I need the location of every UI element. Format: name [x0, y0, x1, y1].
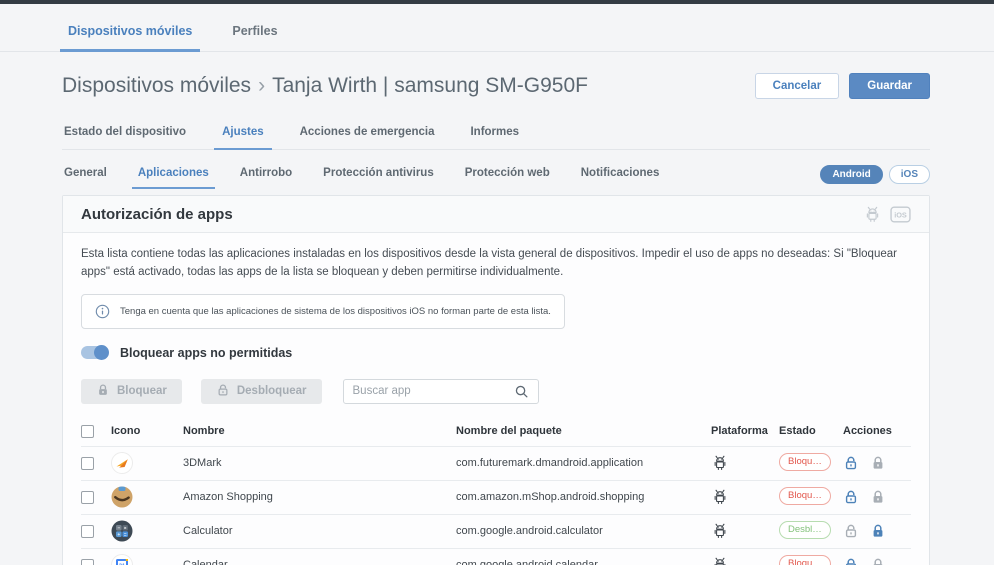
block-button-label: Bloquear [117, 385, 167, 397]
settings-tabs: General Aplicaciones Antirrobo Protecció… [62, 159, 930, 189]
panel-description: Esta lista contiene todas las aplicacion… [63, 233, 929, 282]
android-platform-icon [711, 488, 779, 506]
status-badge: Bloqueado [779, 453, 831, 471]
main-nav: Dispositivos móviles Perfiles [0, 4, 994, 52]
android-platform-icon [711, 454, 779, 472]
info-note-text: Tenga en cuenta que las aplicaciones de … [120, 306, 551, 317]
breadcrumb-separator: › [258, 74, 265, 97]
lock-icon[interactable] [870, 489, 886, 505]
table-row: Amazon Shopping com.amazon.mShop.android… [81, 481, 911, 515]
breadcrumb-root[interactable]: Dispositivos móviles [62, 74, 251, 97]
breadcrumb-current: Tanja Wirth | samsung SM-G950F [272, 74, 588, 97]
app-name: 3DMark [183, 457, 456, 469]
unlock-icon[interactable] [843, 489, 859, 505]
panel-title: Autorización de apps [81, 206, 233, 223]
col-icono: Icono [111, 425, 183, 437]
app-package: com.amazon.mShop.android.shopping [456, 491, 711, 503]
panel-header: Autorización de apps [63, 196, 929, 233]
tab-antirrobo[interactable]: Antirrobo [238, 159, 294, 189]
unlock-icon [216, 383, 230, 400]
amazon-shopping-app-icon [111, 486, 133, 508]
svg-text:=: = [124, 532, 127, 537]
row-checkbox[interactable] [81, 559, 94, 565]
search-input[interactable] [353, 385, 514, 397]
app-package: com.futuremark.dmandroid.application [456, 457, 711, 469]
app-package: com.google.android.calendar [456, 559, 711, 565]
app-authorization-panel: Autorización de apps Esta lista contiene… [62, 195, 930, 565]
lock-icon[interactable] [870, 557, 886, 565]
apps-table: Icono Nombre Nombre del paquete Platafor… [81, 417, 911, 565]
app-name: Calendar [183, 559, 456, 565]
block-apps-toggle[interactable] [81, 346, 108, 359]
page-header: Dispositivos móviles › Tanja Wirth | samsu… [62, 52, 930, 111]
info-note-box: Tenga en cuenta que las aplicaciones de … [81, 294, 565, 329]
calculator-app-icon: −× + = [111, 520, 133, 542]
tab-proteccion-antivirus[interactable]: Protección antivirus [321, 159, 436, 189]
status-badge: Bloqueado [779, 555, 831, 565]
tab-dispositivos-moviles[interactable]: Dispositivos móviles [66, 4, 194, 51]
cancel-button[interactable]: Cancelar [755, 73, 840, 99]
unlock-icon[interactable] [843, 455, 859, 471]
status-badge: Bloqueado [779, 487, 831, 505]
table-header-row: Icono Nombre Nombre del paquete Platafor… [81, 417, 911, 447]
tab-general[interactable]: General [62, 159, 109, 189]
block-button[interactable]: Bloquear [81, 379, 182, 404]
save-button[interactable]: Guardar [849, 73, 930, 99]
svg-text:+: + [117, 532, 120, 537]
tab-acciones-de-emergencia[interactable]: Acciones de emergencia [298, 117, 437, 149]
platform-filter: Android iOS [820, 165, 930, 184]
lock-icon[interactable] [870, 523, 886, 539]
search-icon [514, 384, 529, 399]
col-nombre: Nombre [183, 425, 456, 437]
3dmark-app-icon [111, 452, 133, 474]
row-checkbox[interactable] [81, 525, 94, 538]
table-row: 3DMark com.futuremark.dmandroid.applicat… [81, 447, 911, 481]
tab-proteccion-web[interactable]: Protección web [463, 159, 552, 189]
calendar-app-icon: 31 [111, 554, 133, 565]
table-row: 31 Calendar com.google.android.calendar … [81, 549, 911, 565]
app-name: Calculator [183, 525, 456, 537]
device-tabs: Estado del dispositivo Ajustes Acciones … [62, 117, 930, 150]
status-badge: Desbloqueado [779, 521, 831, 539]
android-platform-icon [711, 556, 779, 565]
row-checkbox[interactable] [81, 491, 94, 504]
unlock-icon[interactable] [843, 557, 859, 565]
row-checkbox[interactable] [81, 457, 94, 470]
app-search-box [343, 379, 539, 404]
unblock-button-label: Desbloquear [237, 385, 307, 397]
app-name: Amazon Shopping [183, 491, 456, 503]
col-estado: Estado [779, 425, 843, 437]
ios-filter-pill[interactable]: iOS [889, 165, 930, 184]
toggle-knob [94, 345, 109, 360]
unlock-icon[interactable] [843, 523, 859, 539]
tab-notificaciones[interactable]: Notificaciones [579, 159, 662, 189]
breadcrumb: Dispositivos móviles › Tanja Wirth | samsu… [62, 74, 588, 98]
svg-text:−: − [117, 526, 120, 531]
tab-perfiles[interactable]: Perfiles [230, 4, 279, 51]
lock-icon[interactable] [870, 455, 886, 471]
col-plataforma: Plataforma [711, 425, 779, 437]
android-icon[interactable] [863, 205, 882, 224]
ios-icon[interactable] [890, 206, 911, 223]
android-filter-pill[interactable]: Android [820, 165, 882, 184]
unblock-button[interactable]: Desbloquear [201, 379, 322, 404]
col-acciones: Acciones [843, 425, 911, 437]
app-package: com.google.android.calculator [456, 525, 711, 537]
col-paquete: Nombre del paquete [456, 425, 711, 437]
info-icon [95, 304, 110, 319]
tab-aplicaciones[interactable]: Aplicaciones [136, 159, 211, 189]
svg-text:×: × [124, 526, 127, 531]
select-all-checkbox[interactable] [81, 425, 94, 438]
tab-estado-del-dispositivo[interactable]: Estado del dispositivo [62, 117, 188, 149]
android-platform-icon [711, 522, 779, 540]
tab-informes[interactable]: Informes [468, 117, 521, 149]
table-row: −× + = Calculator com.google.android.calc… [81, 515, 911, 549]
tab-ajustes[interactable]: Ajustes [220, 117, 266, 149]
toggle-label: Bloquear apps no permitidas [120, 346, 292, 360]
lock-icon [96, 383, 110, 400]
